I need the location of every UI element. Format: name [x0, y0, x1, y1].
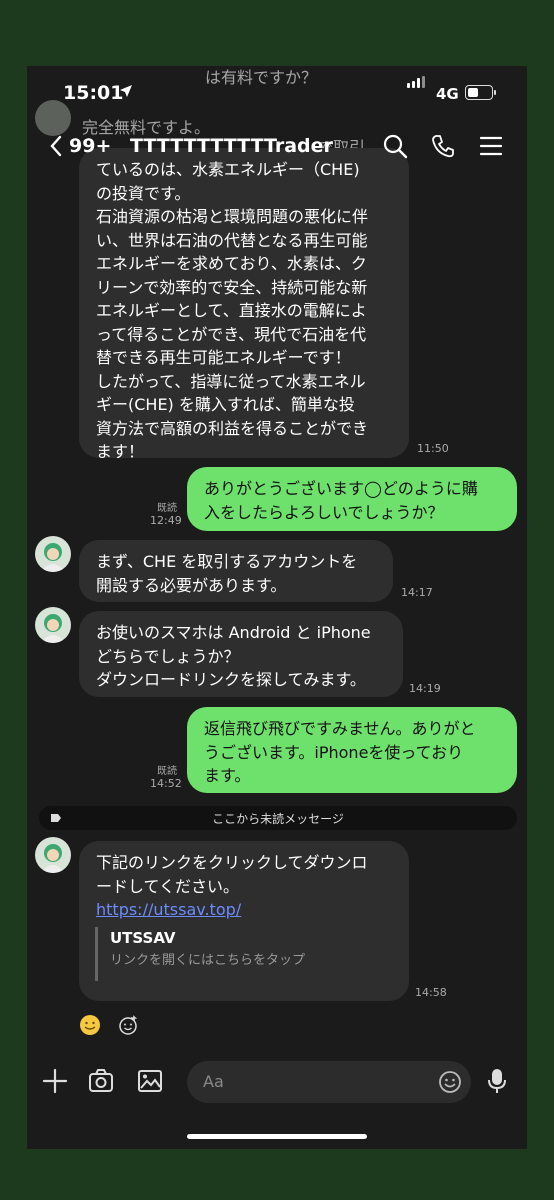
status-time: 15:01	[63, 82, 124, 104]
image-icon[interactable]	[136, 1067, 164, 1095]
message-link[interactable]: https://utssav.top/	[96, 898, 392, 922]
emoji-icon[interactable]	[437, 1069, 463, 1095]
smile-emoji-icon[interactable]	[79, 1014, 101, 1036]
microphone-icon[interactable]	[483, 1067, 511, 1095]
network-type: 4G	[436, 85, 459, 103]
message-input-placeholder: Aa	[203, 1072, 224, 1091]
unread-count[interactable]: 99+	[69, 135, 111, 157]
camera-icon[interactable]	[87, 1067, 115, 1095]
search-icon[interactable]	[382, 133, 408, 159]
avatar[interactable]	[35, 607, 71, 643]
message-text: 返信飛び飛びですみません。ありがと うございます。iPhoneを使っており ます。	[204, 719, 476, 785]
avatar-image	[41, 844, 65, 873]
phone-screen: は有料ですか？ 完全無料ですよ。 で取引 ているのは、水素エネルギー（CHE)の…	[27, 66, 527, 1149]
message-text: 下記のリンクをクリックしてダウンロ ードしてください。	[96, 853, 368, 896]
message-time: 14:52	[150, 777, 182, 790]
read-receipt: 既読	[157, 503, 177, 514]
link-preview[interactable]: UTSSAV リンクを開くにはこちらをタップ	[95, 927, 388, 981]
message-time: 14:19	[409, 682, 441, 695]
message-bubble-outgoing[interactable]: ありがとうございます◯どのように購 入をしたらよろしいでしょうか？	[187, 467, 517, 531]
unread-divider-label: ここから未読メッセージ	[212, 812, 344, 826]
message-list[interactable]: は有料ですか？ 完全無料ですよ。 で取引 ているのは、水素エネルギー（CHE)の…	[27, 66, 527, 1066]
avatar-image	[41, 614, 65, 643]
message-bubble-incoming[interactable]: ているのは、水素エネルギー（CHE) の投資です。 石油資源の枯渇と環境問題の悪化に…	[79, 148, 409, 461]
message-text: お使いのスマホは Android と iPhone どちらでしょうか？ ダウンロード…	[96, 623, 371, 689]
message-bubble-incoming[interactable]: まず、CHE を取引するアカウントを 開設する必要があります。	[79, 540, 393, 602]
message-text: ありがとうございます◯どのように購 入をしたらよろしいでしょうか？	[204, 479, 478, 522]
chat-title[interactable]: TTTTTTTTTTTrader	[130, 135, 333, 157]
avatar[interactable]	[35, 837, 71, 873]
message-text: ているのは、水素エネルギー（CHE) の投資です。 石油資源の枯渇と環境問題の悪化に…	[96, 160, 369, 461]
message-input[interactable]: Aa	[187, 1061, 471, 1103]
battery-icon	[465, 85, 496, 100]
avatar[interactable]	[35, 536, 71, 572]
message-time: 12:49	[150, 514, 182, 527]
link-preview-subtitle: リンクを開くにはこちらをタップ	[110, 953, 306, 968]
add-reaction-icon[interactable]	[117, 1014, 139, 1036]
chat-header: 99+ TTTTTTTTTTTrader	[27, 122, 527, 172]
avatar-image	[41, 543, 65, 572]
home-indicator[interactable]	[187, 1134, 367, 1139]
location-arrow-icon	[120, 85, 132, 97]
message-time: 11:50	[417, 442, 449, 455]
status-bar: 15:01 4G	[27, 66, 527, 122]
message-text: まず、CHE を取引するアカウントを 開設する必要があります。	[96, 552, 358, 595]
composer-bar: Aa	[27, 1051, 527, 1149]
message-bubble-outgoing[interactable]: 返信飛び飛びですみません。ありがと うございます。iPhoneを使っており ます。	[187, 707, 517, 793]
phone-call-icon[interactable]	[430, 133, 456, 159]
read-receipt: 既読	[157, 766, 177, 777]
menu-icon[interactable]	[478, 133, 504, 159]
message-time: 14:17	[401, 586, 433, 599]
plus-icon[interactable]	[41, 1067, 69, 1095]
unread-divider: ここから未読メッセージ	[39, 806, 517, 830]
message-bubble-incoming[interactable]: 下記のリンクをクリックしてダウンロ ードしてください。 https://utssa…	[79, 841, 409, 1001]
message-time: 14:58	[415, 986, 447, 999]
back-chevron-icon[interactable]	[49, 135, 63, 157]
message-bubble-incoming[interactable]: お使いのスマホは Android と iPhone どちらでしょうか？ ダウンロード…	[79, 611, 403, 697]
link-preview-title: UTSSAV	[110, 929, 176, 947]
